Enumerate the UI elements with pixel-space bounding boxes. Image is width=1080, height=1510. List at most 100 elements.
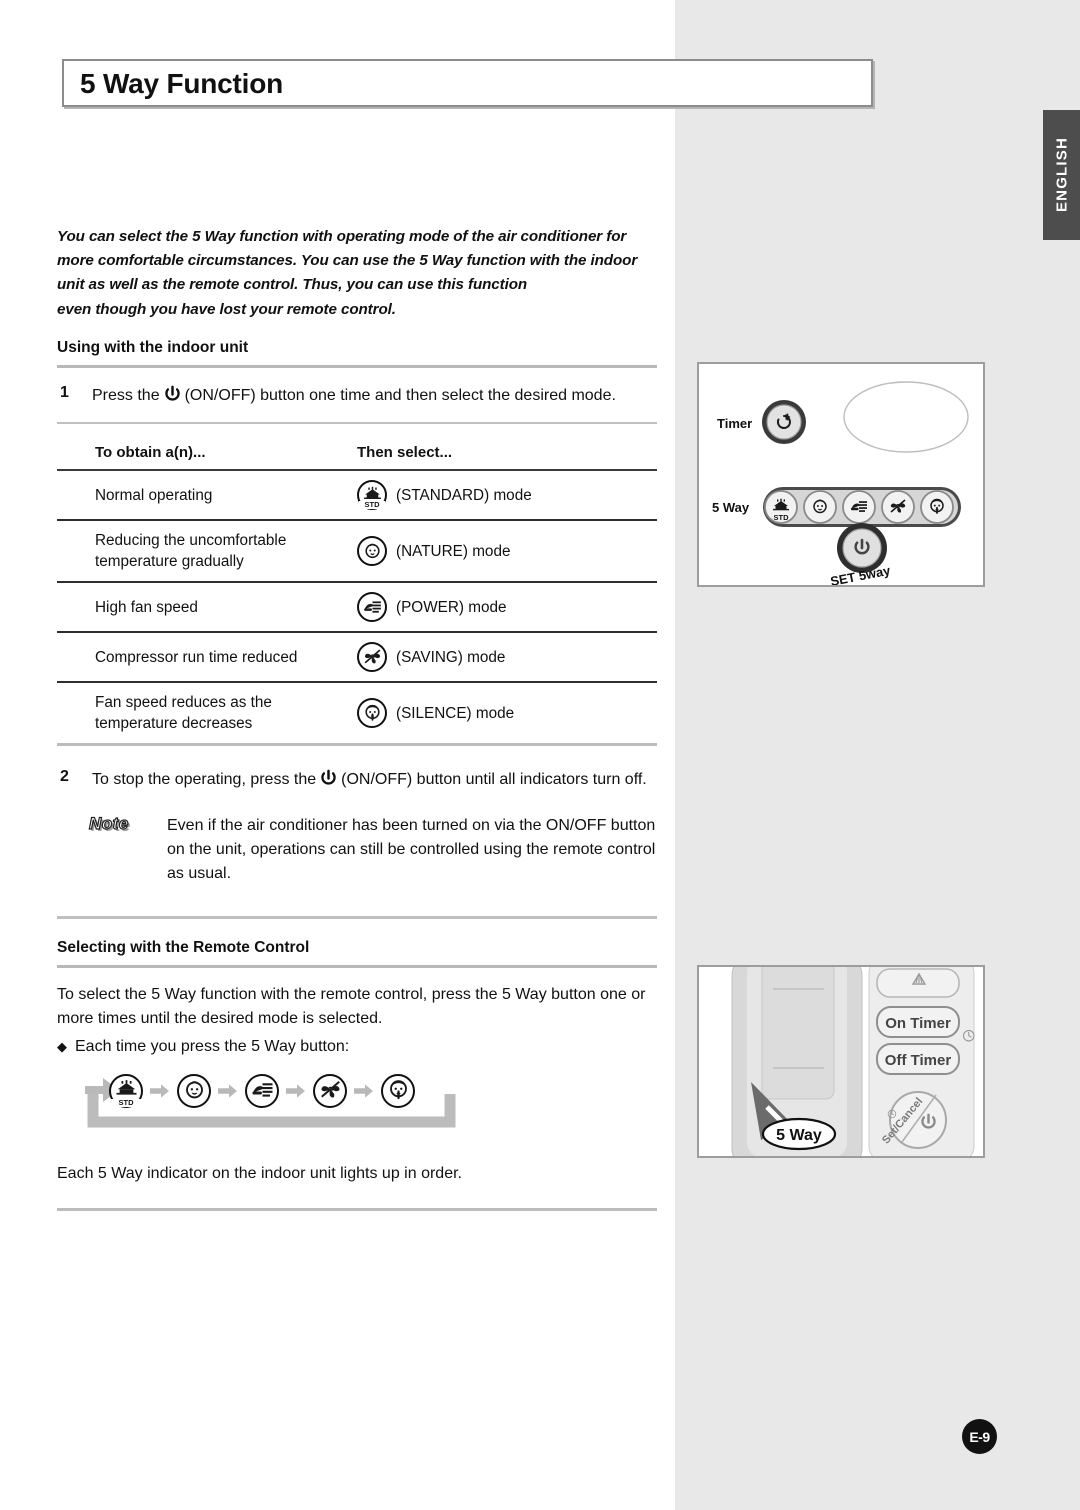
table-cell-condition: Reducing the uncomfortable temperature g… (95, 532, 287, 571)
page-title-box: 5 Way Function (62, 59, 873, 107)
intro-line-4: even though you have lost your remote co… (57, 300, 396, 318)
table-row: Fan speed reduces as the temperature dec… (57, 682, 657, 745)
table-row: Compressor run time reduced (SAVING) mode (57, 632, 657, 682)
saving-mode-icon (313, 1073, 347, 1108)
language-tab-label: ENGLISH (1053, 136, 1070, 213)
table-cell-condition: Compressor run time reduced (95, 648, 298, 666)
mode-label: (NATURE) mode (396, 542, 511, 560)
table-row: Reducing the uncomfortable temperature g… (57, 520, 657, 582)
standard-mode-icon: STD (109, 1073, 143, 1108)
mode-icon-caption: STD (111, 1098, 141, 1107)
step-1-text-before: Press the (92, 386, 160, 404)
page-number: E-9 (969, 1428, 990, 1445)
table-cell-condition: High fan speed (95, 598, 198, 616)
remote-display (761, 967, 835, 1100)
table-cell-condition: Fan speed reduces as the temperature dec… (95, 694, 272, 733)
heading-remote-control: Selecting with the Remote Control (57, 938, 310, 956)
remote-bullet: ◆ Each time you press the 5 Way button: (57, 1038, 657, 1056)
mode-label: (STANDARD) mode (396, 486, 532, 504)
remote-closing-text: Each 5 Way indicator on the indoor unit … (57, 1164, 462, 1182)
silence-mode-icon (357, 698, 387, 729)
language-tab: ENGLISH (1043, 110, 1080, 240)
mode-cell: (POWER) mode (357, 592, 657, 623)
mode-cell: (SILENCE) mode (357, 698, 657, 729)
table-bottom-rule (57, 744, 657, 748)
mode-label: (SILENCE) mode (396, 704, 515, 722)
table-cell-mode: STD (STANDARD) mode (357, 470, 657, 520)
page-number-badge: E-9 (962, 1419, 997, 1454)
power-icon (164, 385, 180, 401)
on-timer-label: On Timer (885, 1015, 951, 1032)
heading-indoor-unit: Using with the indoor unit (57, 338, 249, 356)
power-mode-icon (357, 592, 387, 623)
step-2-text-after: (ON/OFF) button until all indicators tur… (341, 771, 647, 789)
step-2-text-before: To stop the operating, press the (92, 771, 317, 789)
mode-label: (POWER) mode (396, 598, 507, 616)
intro-line-3: unit as well as the remote control. Thus… (57, 276, 528, 294)
table-cell-mode: (NATURE) mode (357, 520, 657, 582)
heading-divider-remote (57, 964, 657, 968)
bottom-divider (57, 1208, 657, 1211)
power-icon (321, 769, 336, 786)
section-divider (57, 916, 657, 919)
intro-line-1: You can select the 5 Way function with o… (57, 228, 627, 245)
table-header-row: To obtain a(n)... Then select... (57, 437, 657, 470)
intro-line-2: more comfortable circumstances. You can … (57, 252, 638, 270)
power-mode-icon (842, 490, 876, 524)
remote-control-drawing: On Timer Off Timer Set/Cancel 5 Way (731, 967, 975, 1156)
arrow-right-icon (354, 1084, 373, 1098)
five-way-button-label: 5 Way (776, 1127, 822, 1144)
table-header-condition: To obtain a(n)... (95, 444, 206, 462)
silence-mode-icon (920, 490, 954, 524)
diamond-bullet-icon: ◆ (57, 1038, 67, 1054)
nature-mode-icon (803, 490, 837, 524)
remote-control-illustration: On Timer Off Timer Set/Cancel 5 Way (697, 965, 985, 1158)
note-text: Even if the air conditioner has been tur… (167, 817, 656, 883)
saving-mode-icon (357, 642, 387, 673)
arrow-right-icon (150, 1084, 169, 1098)
mode-selection-table: To obtain a(n)... Then select... Normal … (57, 437, 657, 748)
table-cell-mode: (SILENCE) mode (357, 682, 657, 745)
mode-cycle-diagram: STD (79, 1070, 464, 1132)
display-window (843, 381, 969, 453)
remote-paragraph: To select the 5 Way function with the re… (57, 985, 646, 1028)
step-2-number: 2 (60, 768, 69, 786)
table-row: High fan speed (POWER) mode (57, 582, 657, 632)
heading-divider-indoor (57, 364, 657, 368)
step-1-text: Press the (ON/OFF) button one time and th… (92, 385, 616, 404)
mode-icon-caption: STD (359, 501, 385, 510)
table-row: Normal operating STD (STANDARD) mode (57, 470, 657, 520)
mode-label: (SAVING) mode (396, 648, 506, 666)
page-title: 5 Way Function (80, 68, 284, 99)
step-2: 2 To stop the operating, press the (ON/OF… (57, 768, 657, 792)
table-cell-mode: (SAVING) mode (357, 632, 657, 682)
step-1: 1 Press the (ON/OFF) button one time and … (57, 384, 657, 408)
table-header-select: Then select... (357, 444, 453, 462)
timer-label: Timer (717, 416, 752, 431)
table-cell-condition: Normal operating (95, 486, 213, 504)
right-gray-band (675, 0, 1080, 1510)
standard-mode-icon: STD (764, 490, 798, 524)
note-block: Note Even if the air conditioner has bee… (57, 814, 657, 886)
airflow-button[interactable] (876, 968, 960, 998)
power-mode-icon (245, 1073, 279, 1108)
remote-bullet-text: Each time you press the 5 Way button: (75, 1037, 350, 1055)
mode-cell: (SAVING) mode (357, 642, 657, 673)
five-way-label: 5 Way (712, 500, 750, 515)
nature-mode-icon (177, 1073, 211, 1108)
intro-paragraph: You can select the 5 Way function with o… (57, 225, 657, 322)
saving-mode-icon (881, 490, 915, 524)
mode-cell: (NATURE) mode (357, 536, 657, 567)
silence-mode-icon (381, 1073, 415, 1108)
step-2-text: To stop the operating, press the (ON/OFF)… (92, 769, 647, 789)
step-1-number: 1 (60, 383, 69, 401)
arrow-right-icon (218, 1084, 237, 1098)
off-timer-label: Off Timer (885, 1052, 952, 1069)
nature-mode-icon (357, 536, 387, 567)
arrow-right-icon (286, 1084, 305, 1098)
standard-mode-icon: STD (357, 480, 387, 511)
indoor-unit-drawing: STD Timer 5 Way SET 5way (712, 381, 969, 589)
mode-cell: STD (STANDARD) mode (357, 480, 657, 511)
note-label: Note (88, 814, 129, 834)
table-cell-mode: (POWER) mode (357, 582, 657, 632)
